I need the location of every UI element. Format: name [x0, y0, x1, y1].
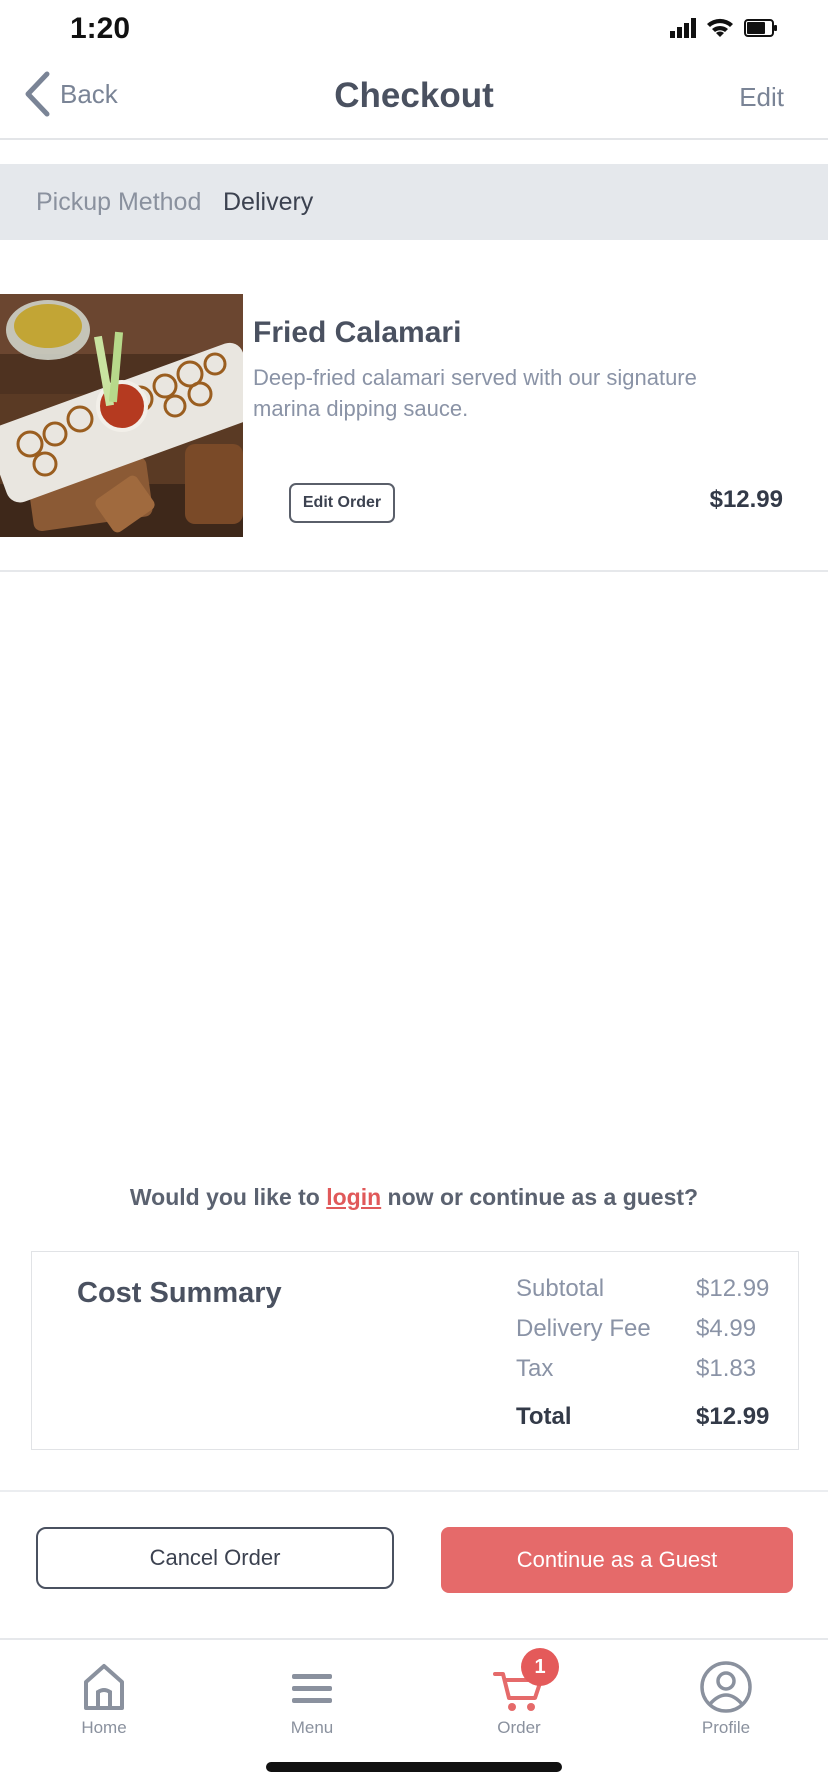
tab-label: Home	[81, 1718, 127, 1737]
cost-label: Delivery Fee	[516, 1315, 651, 1342]
cost-value: $12.99	[696, 1275, 770, 1302]
cancel-order-button[interactable]: Cancel Order	[36, 1527, 394, 1589]
cost-value: $4.99	[696, 1315, 757, 1342]
tab-label: Order	[497, 1718, 541, 1737]
login-prompt-text-before: Would you like to	[129, 1184, 327, 1210]
item-price: $12.99	[709, 486, 783, 513]
tab-label: Menu	[290, 1718, 334, 1737]
cost-summary: Cost Summary Subtotal $12.99 Delivery Fe…	[31, 1251, 799, 1450]
total-label: Total	[516, 1403, 572, 1430]
tab-home[interactable]: Home	[44, 1660, 164, 1738]
tab-profile[interactable]: Profile	[666, 1660, 786, 1738]
cost-summary-title: Cost Summary	[77, 1277, 282, 1309]
pickup-method-value: Delivery	[223, 188, 314, 216]
edit-button[interactable]: Edit	[739, 82, 784, 113]
tab-order[interactable]: Order 1	[459, 1648, 579, 1738]
home-indicator	[266, 1762, 562, 1772]
home-icon	[84, 1664, 124, 1710]
item-image	[0, 294, 243, 537]
total-value: $12.99	[696, 1403, 770, 1430]
status-icons	[670, 18, 778, 38]
battery-icon	[744, 19, 777, 37]
cart-badge: 1	[521, 1648, 559, 1686]
item-description: Deep-fried calamari served with our sign…	[253, 365, 697, 421]
tab-bar: Home Menu Order 1 Profile	[0, 1638, 828, 1792]
divider	[0, 1490, 828, 1492]
edit-order-button[interactable]: Edit Order	[289, 483, 395, 523]
tab-label: Profile	[701, 1718, 751, 1737]
cost-label: Tax	[516, 1355, 554, 1382]
pickup-method-bar[interactable]: Pickup Method Delivery	[0, 164, 828, 240]
cart-item: Fried Calamari Deep-fried calamari serve…	[0, 294, 828, 572]
signal-icon	[670, 18, 696, 38]
cost-value: $1.83	[696, 1355, 757, 1382]
tab-menu[interactable]: Menu	[252, 1660, 372, 1738]
page-title: Checkout	[334, 76, 494, 115]
menu-icon	[292, 1674, 332, 1703]
continue-as-guest-button[interactable]: Continue as a Guest	[441, 1527, 793, 1593]
login-prompt: Would you like to login now or continue …	[0, 1184, 828, 1211]
pickup-method-label: Pickup Method	[36, 188, 202, 216]
profile-icon	[700, 1661, 752, 1713]
wifi-icon	[707, 18, 733, 37]
cost-label: Subtotal	[516, 1275, 605, 1302]
login-prompt-text-after: now or continue as a guest?	[381, 1184, 699, 1210]
status-time: 1:20	[70, 12, 131, 45]
login-link[interactable]: login	[326, 1184, 381, 1210]
nav-header: Back Checkout Edit	[0, 58, 828, 140]
status-bar: 1:20	[0, 0, 828, 58]
item-name: Fried Calamari	[253, 316, 462, 349]
